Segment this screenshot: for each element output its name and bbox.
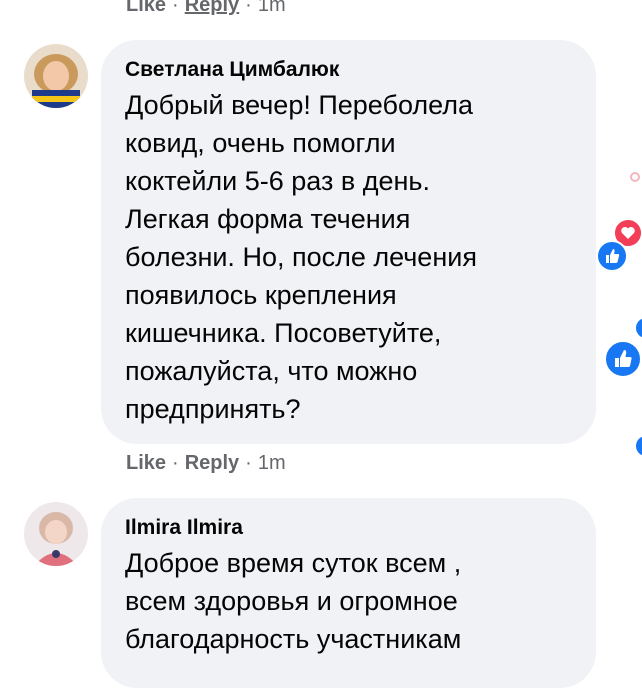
like-icon[interactable] [604, 340, 642, 378]
comment-text-line: Добрый вечер! Переболела [125, 90, 474, 120]
reaction-icon-partial [630, 172, 640, 182]
comment-text: Добрый вечер! Переболела ковид, очень по… [125, 86, 572, 428]
avatar-photo [24, 502, 88, 566]
comment-text-line: благодарность участникам [125, 624, 462, 654]
comment-text-line: коктейли 5-6 раз в день. [125, 166, 430, 196]
avatar-photo [24, 44, 88, 108]
reply-link[interactable]: Reply [185, 0, 239, 16]
reaction-icon-partial[interactable] [636, 436, 642, 456]
comment-text-line: появилось крепления [125, 280, 397, 310]
comment-text-line: болезни. Но, после лечения [125, 242, 477, 272]
separator: · [245, 0, 252, 16]
comment-author[interactable]: Светлана Цимбалюк [125, 56, 572, 84]
like-link[interactable]: Like [126, 452, 166, 474]
comment-text-line: пожалуйста, что можно [125, 356, 418, 386]
timestamp[interactable]: 1m [258, 0, 286, 16]
comment-text-line: ковид, очень помогли [125, 128, 396, 158]
comment-text-line: всем здоровья и огромное [125, 586, 458, 616]
separator: · [172, 452, 179, 474]
timestamp[interactable]: 1m [258, 452, 286, 474]
comment-text-line: предпринять? [125, 394, 301, 424]
comment-actions-previous: Like · Reply · 1m [126, 0, 286, 17]
like-icon[interactable] [596, 240, 628, 272]
comment-text-line: Доброе время суток всем , [125, 548, 462, 578]
separator: · [172, 0, 179, 16]
comment-text: Доброе время суток всем , всем здоровья … [125, 544, 572, 658]
comment-bubble: Светлана Цимбалюк Добрый вечер! Переболе… [101, 40, 596, 444]
comment-text-line: Легкая форма течения [125, 204, 411, 234]
comment-author[interactable]: Ilmira Ilmira [125, 514, 572, 542]
like-link[interactable]: Like [126, 0, 166, 16]
reply-link[interactable]: Reply [185, 452, 239, 474]
avatar[interactable] [24, 502, 88, 566]
reaction-icon-partial[interactable] [636, 318, 642, 338]
comment-text-line: кишечника. Посоветуйте, [125, 318, 442, 348]
comment-actions: Like · Reply · 1m [126, 452, 286, 475]
avatar[interactable] [24, 44, 88, 108]
separator: · [245, 452, 252, 474]
